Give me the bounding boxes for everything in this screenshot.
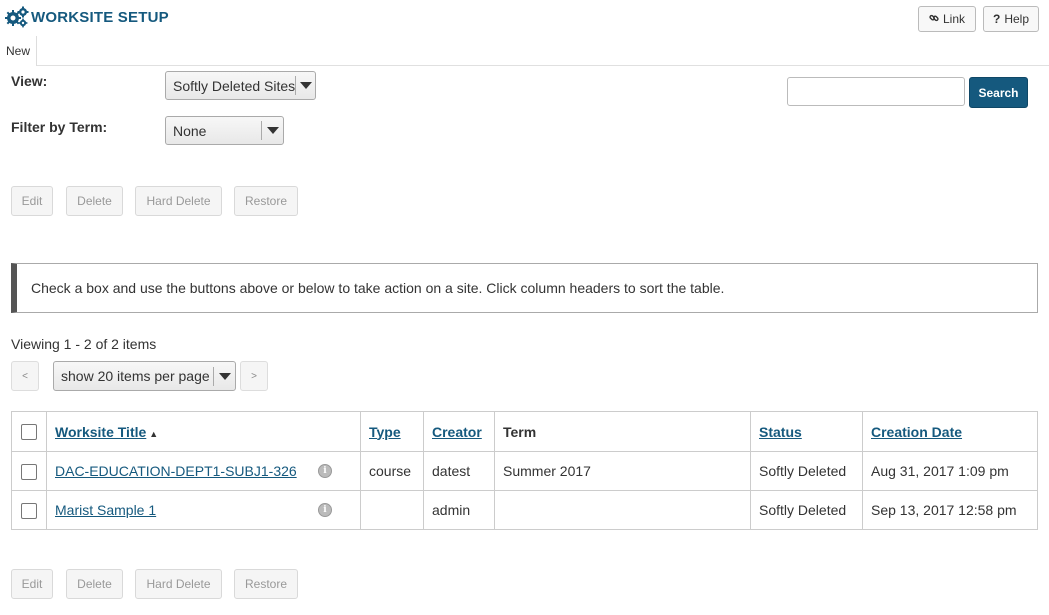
help-button[interactable]: ? Help [983, 6, 1039, 32]
sort-title-link[interactable]: Worksite Title [55, 424, 146, 440]
instructions-text: Check a box and use the buttons above or… [31, 280, 725, 296]
row-creation-date: Aug 31, 2017 1:09 pm [862, 451, 1038, 491]
view-label: View: [11, 73, 48, 89]
row-term: Summer 2017 [494, 451, 751, 491]
site-title-link[interactable]: Marist Sample 1 [55, 502, 156, 518]
page-size-select[interactable]: show 20 items per page [53, 361, 236, 391]
help-label: Help [1004, 12, 1030, 26]
info-icon[interactable]: i [318, 464, 332, 478]
edit-button-top[interactable]: Edit [11, 186, 53, 216]
prev-page-button[interactable]: < [11, 361, 39, 391]
row-select-cell [11, 490, 47, 530]
tab-new[interactable]: New [0, 36, 38, 66]
view-select[interactable]: Softly Deleted Sites [165, 71, 316, 100]
hard-delete-button-bottom[interactable]: Hard Delete [135, 569, 222, 599]
sort-status-link[interactable]: Status [759, 424, 802, 440]
site-title-link[interactable]: DAC-EDUCATION-DEPT1-SUBJ1-326 [55, 463, 297, 479]
row-select-cell [11, 451, 47, 491]
sort-type-link[interactable]: Type [369, 424, 401, 440]
info-icon[interactable]: i [318, 503, 332, 517]
row-checkbox[interactable] [21, 502, 37, 519]
col-creator: Creator [423, 411, 495, 452]
select-all-cell [11, 411, 47, 452]
instructions-box: Check a box and use the buttons above or… [11, 263, 1038, 313]
table-row: Marist Sample 1 i admin Softly Deleted S… [11, 490, 1038, 530]
row-status: Softly Deleted [750, 451, 863, 491]
sites-table: Worksite Title ▲ Type Creator Term Status… [11, 411, 1038, 530]
delete-button-top[interactable]: Delete [66, 186, 123, 216]
term-label: Filter by Term: [11, 119, 108, 135]
row-term [494, 490, 751, 530]
edit-button-bottom[interactable]: Edit [11, 569, 53, 599]
search-input[interactable] [787, 77, 965, 106]
row-type [360, 490, 424, 530]
col-title: Worksite Title ▲ [46, 411, 361, 452]
restore-button-bottom[interactable]: Restore [234, 569, 298, 599]
tool-tabs: New [0, 36, 1049, 66]
row-checkbox[interactable] [21, 463, 37, 480]
chevron-down-icon [261, 121, 283, 140]
term-select[interactable]: None [165, 116, 284, 145]
delete-button-bottom[interactable]: Delete [66, 569, 123, 599]
sort-creator-link[interactable]: Creator [432, 424, 482, 440]
select-all-checkbox[interactable] [21, 424, 37, 441]
next-page-button[interactable]: > [240, 361, 268, 391]
col-type: Type [360, 411, 424, 452]
restore-button-top[interactable]: Restore [234, 186, 298, 216]
row-creator: datest [423, 451, 495, 491]
link-button[interactable]: Link [918, 6, 976, 32]
table-header-row: Worksite Title ▲ Type Creator Term Status… [11, 411, 1038, 452]
link-icon [929, 12, 939, 26]
sort-creation-date-link[interactable]: Creation Date [871, 424, 962, 440]
row-creator: admin [423, 490, 495, 530]
view-select-value: Softly Deleted Sites [173, 77, 296, 94]
row-status: Softly Deleted [750, 490, 863, 530]
link-label: Link [942, 12, 965, 26]
gears-icon [5, 6, 29, 28]
page-title: WORKSITE SETUP [31, 8, 169, 26]
col-status: Status [750, 411, 863, 452]
chevron-down-icon [213, 366, 235, 386]
question-icon: ? [992, 12, 1001, 26]
page-size-value: show 20 items per page [61, 368, 210, 384]
search-button[interactable]: Search [969, 77, 1028, 108]
col-creation-date: Creation Date [862, 411, 1038, 452]
col-term: Term [494, 411, 751, 452]
sort-ascending-icon: ▲ [149, 428, 159, 439]
tool-title: WORKSITE SETUP [5, 6, 169, 28]
row-title-cell: Marist Sample 1 i [46, 490, 361, 530]
chevron-down-icon [295, 76, 315, 95]
row-creation-date: Sep 13, 2017 12:58 pm [862, 490, 1038, 530]
viewing-count: Viewing 1 - 2 of 2 items [11, 336, 157, 352]
term-select-value: None [173, 122, 207, 139]
row-type: course [360, 451, 424, 491]
table-row: DAC-EDUCATION-DEPT1-SUBJ1-326 i course d… [11, 451, 1038, 491]
row-title-cell: DAC-EDUCATION-DEPT1-SUBJ1-326 i [46, 451, 361, 491]
hard-delete-button-top[interactable]: Hard Delete [135, 186, 222, 216]
